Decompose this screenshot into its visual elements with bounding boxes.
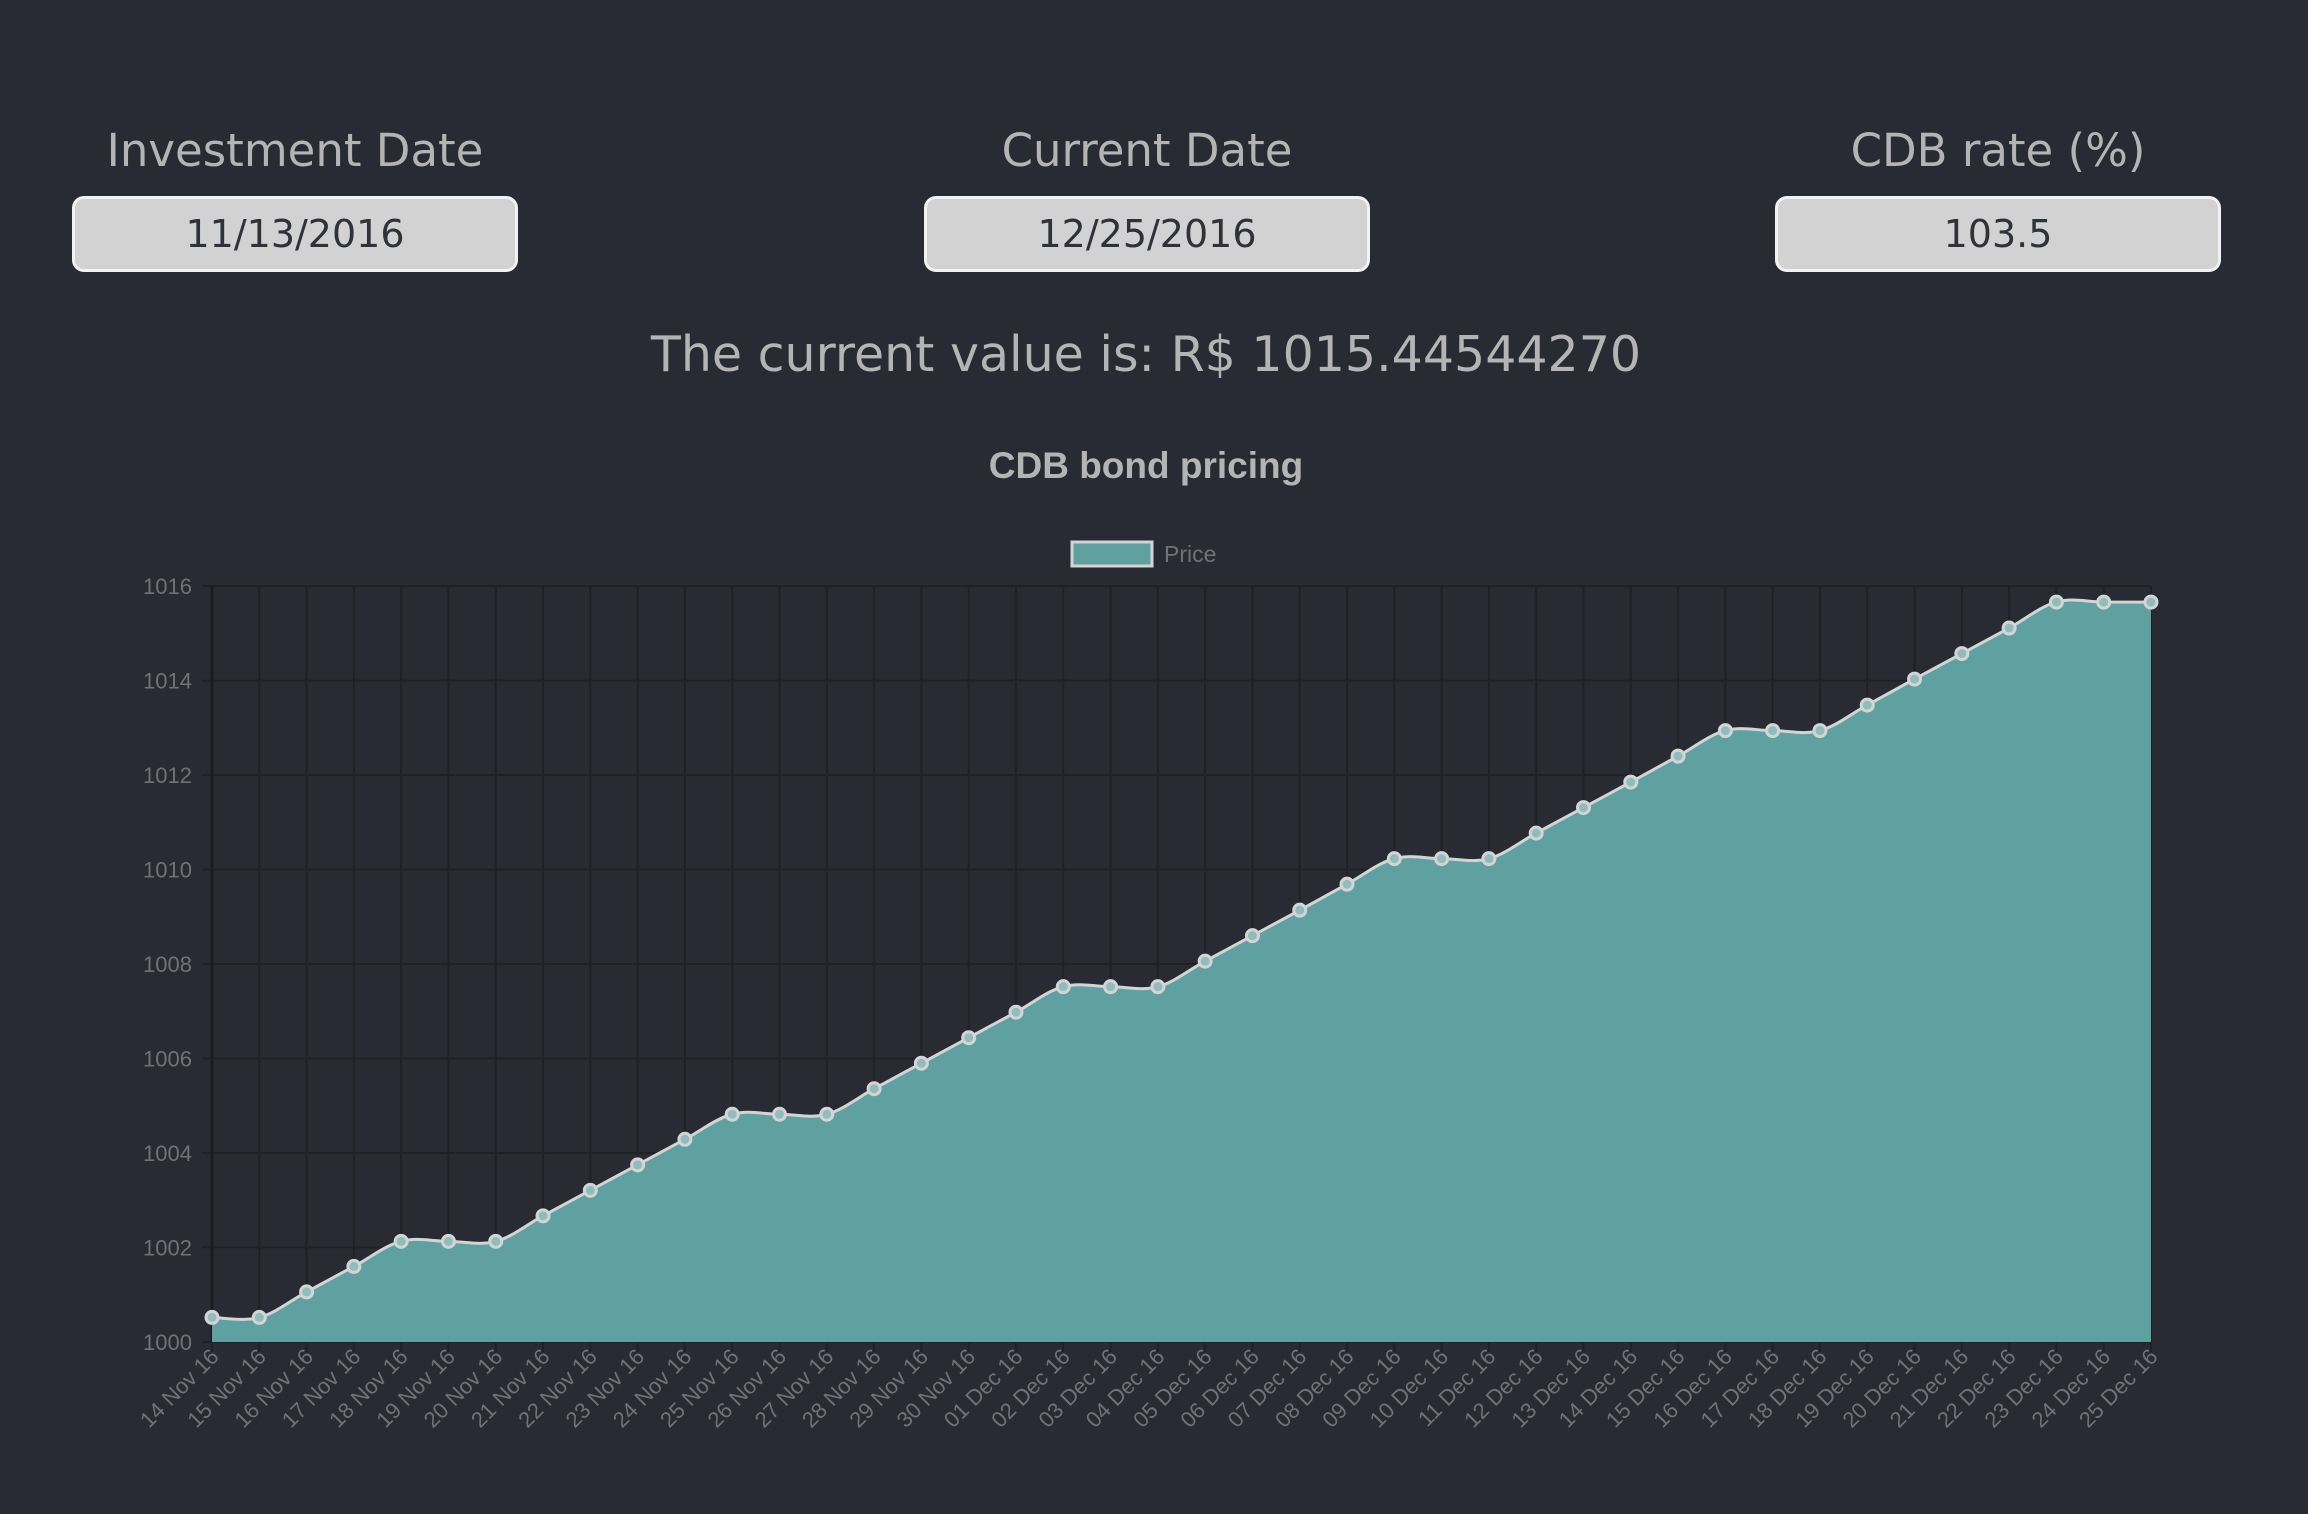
current-value-text: The current value is: R$ 1015.44544270 [650,326,1642,383]
price-point[interactable] [866,1081,882,1097]
price-point[interactable] [1765,723,1781,739]
price-area-fill [212,600,2151,1342]
price-point[interactable] [1812,723,1828,739]
price-point[interactable] [1954,646,1970,662]
price-point[interactable] [1197,953,1213,969]
price-point[interactable] [1008,1004,1024,1020]
chart-title: CDB bond pricing [989,445,1303,486]
investment-date-field-group: Investment Date [72,122,518,272]
y-tick-label: 1006 [143,1047,192,1072]
price-point[interactable] [393,1233,409,1249]
y-axis-ticks: 1000 1002 1004 1006 1008 1010 1012 1014 1016 [143,574,192,1355]
price-point[interactable] [1103,979,1119,995]
price-point[interactable] [346,1258,362,1274]
price-point[interactable] [1907,671,1923,687]
investment-date-input[interactable] [72,196,518,272]
price-point[interactable] [1339,876,1355,892]
price-point[interactable] [819,1106,835,1122]
price-point[interactable] [2143,594,2159,610]
price-point[interactable] [772,1106,788,1122]
y-tick-label: 1010 [143,858,192,883]
current-date-input[interactable] [924,196,1370,272]
cdb-rate-label: CDB rate (%) [1850,124,2146,177]
price-point[interactable] [2001,620,2017,636]
price-point[interactable] [961,1030,977,1046]
chart-area-layer [211,598,2151,1342]
price-point[interactable] [1244,928,1260,944]
price-point[interactable] [1434,851,1450,867]
price-point[interactable] [582,1182,598,1198]
price-point[interactable] [535,1208,551,1224]
price-point[interactable] [1528,825,1544,841]
chart-legend: Price [1070,540,1216,568]
current-date-field-group: Current Date [924,122,1370,272]
y-tick-label: 1008 [143,952,192,977]
y-tick-label: 1012 [143,763,192,788]
y-tick-label: 1014 [143,669,192,694]
price-point[interactable] [488,1233,504,1249]
current-date-label: Current Date [1001,124,1293,177]
investment-date-label: Investment Date [106,124,484,177]
price-point[interactable] [1481,851,1497,867]
y-tick-label: 1002 [143,1236,192,1261]
cdb-pricing-chart: CDB bond pricing Price 10001002100410061… [135,445,2163,1433]
price-point[interactable] [2048,594,2064,610]
legend-label-price: Price [1164,541,1216,567]
price-point[interactable] [251,1309,267,1325]
price-point[interactable] [299,1284,315,1300]
price-point[interactable] [1670,748,1686,764]
price-point[interactable] [1717,723,1733,739]
price-point[interactable] [913,1055,929,1071]
price-point[interactable] [2096,594,2112,610]
price-point[interactable] [1623,774,1639,790]
x-axis-ticks: 14 Nov 1615 Nov 1616 Nov 1617 Nov 1618 N… [135,1344,2163,1433]
price-point[interactable] [204,1309,220,1325]
price-point[interactable] [1386,851,1402,867]
cdb-rate-input[interactable] [1775,196,2221,272]
price-point[interactable] [1859,697,1875,713]
legend-swatch-price [1070,540,1154,568]
cdb-rate-field-group: CDB rate (%) [1775,122,2221,272]
price-point[interactable] [677,1131,693,1147]
price-point[interactable] [724,1106,740,1122]
y-tick-label: 1000 [143,1330,192,1355]
y-tick-label: 1016 [143,574,192,599]
price-point[interactable] [1575,800,1591,816]
price-point[interactable] [1150,979,1166,995]
price-point[interactable] [630,1157,646,1173]
price-point[interactable] [1292,902,1308,918]
price-point[interactable] [1055,979,1071,995]
y-tick-label: 1004 [143,1141,192,1166]
price-point[interactable] [440,1233,456,1249]
